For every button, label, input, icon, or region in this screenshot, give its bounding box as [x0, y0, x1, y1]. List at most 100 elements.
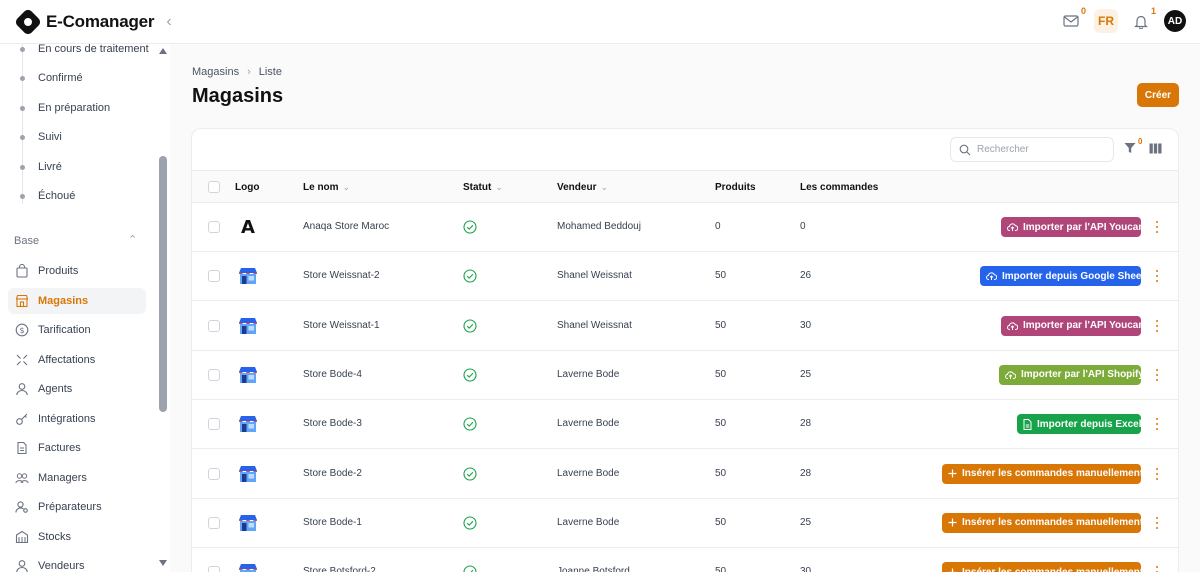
sidebar-item-vendeurs[interactable]: Vendeurs: [8, 553, 146, 572]
check-circle-icon: [463, 516, 477, 530]
table-row[interactable]: A Anaqa Store Maroc Mohamed Beddouj 0 0 Impor…: [192, 203, 1178, 252]
table-row[interactable]: Store Weissnat-2 Shanel Weissnat 50 26 Impor…: [192, 252, 1178, 302]
check-circle-icon: [463, 417, 477, 431]
action-label: Insérer les commandes manuellement: [962, 468, 1144, 479]
table-row[interactable]: Store Bode-2 Laverne Bode 50 28 Insérer les …: [192, 449, 1178, 499]
svg-text:$: $: [19, 326, 24, 335]
table-row[interactable]: Store Weissnat-1 Shanel Weissnat 50 30 Impor…: [192, 301, 1178, 351]
column-status[interactable]: Statut ⌄: [463, 182, 503, 193]
products-count: 50: [715, 319, 727, 331]
language-switch[interactable]: FR: [1094, 9, 1118, 33]
app-logo[interactable]: E-Comanager: [13, 7, 155, 36]
import-action-button[interactable]: Importer depuis Excel: [1017, 414, 1142, 435]
table-row[interactable]: Store Bode-1 Laverne Bode 50 25 Insérer les …: [192, 498, 1178, 548]
sidebar-item-affectations[interactable]: Affectations: [8, 347, 146, 373]
store-name[interactable]: Anaqa Store Maroc: [303, 221, 389, 232]
breadcrumb-root[interactable]: Magasins: [192, 66, 239, 78]
more-options-icon[interactable]: [1152, 318, 1162, 334]
column-name[interactable]: Le nom ⌄: [303, 182, 350, 193]
sidebar-item-label: Stocks: [38, 531, 72, 543]
scroll-thumb[interactable]: [159, 156, 167, 412]
import-action-button[interactable]: Insérer les commandes manuellement: [942, 512, 1144, 533]
import-action-button[interactable]: Importer par l'API Youcan: [1001, 217, 1144, 237]
row-checkbox[interactable]: [208, 368, 220, 381]
avatar[interactable]: AD: [1164, 10, 1186, 32]
import-action-button[interactable]: Importer depuis Google Sheet: [980, 266, 1145, 287]
row-checkbox[interactable]: [208, 319, 220, 332]
row-checkbox[interactable]: [208, 221, 220, 233]
row-checkbox[interactable]: [208, 566, 220, 572]
store-logo-image: A: [238, 217, 258, 238]
more-options-icon[interactable]: [1152, 515, 1162, 531]
store-name[interactable]: Store Bode-1: [303, 517, 362, 528]
filter-icon[interactable]: [1124, 142, 1136, 154]
bag-icon: [14, 263, 30, 279]
more-options-icon[interactable]: [1152, 268, 1162, 284]
table-row[interactable]: Store Bode-4 Laverne Bode 50 25 Importer par…: [192, 350, 1178, 400]
mail-button[interactable]: 0: [1060, 6, 1086, 32]
sidebar-item-tarification[interactable]: $ Tarification: [8, 317, 146, 343]
row-checkbox[interactable]: [208, 516, 220, 529]
sidebar-item-integrations[interactable]: Intégrations: [8, 406, 146, 432]
row-checkbox[interactable]: [208, 467, 220, 480]
more-options-icon[interactable]: [1152, 367, 1162, 383]
column-label: Statut: [463, 182, 492, 193]
sidebar-item-produits[interactable]: Produits: [8, 258, 146, 284]
import-action-button[interactable]: Importer par l'API Youcan: [1001, 315, 1144, 336]
bullet-icon: [20, 75, 25, 81]
store-name[interactable]: Store Weissnat-1: [303, 320, 380, 331]
import-action-button[interactable]: Importer par l'API Shopify: [999, 364, 1144, 385]
import-action-button[interactable]: Insérer les commandes manuellement: [942, 463, 1144, 484]
search-input[interactable]: [977, 144, 1097, 155]
store-name[interactable]: Store Botsford-2: [303, 566, 376, 572]
sidebar-scrollbar[interactable]: [159, 44, 167, 572]
column-orders: Les commandes: [800, 182, 878, 193]
more-options-icon[interactable]: [1152, 219, 1162, 235]
sidebar-item-factures[interactable]: Factures: [8, 435, 146, 461]
sidebar-item-magasins[interactable]: Magasins: [8, 288, 146, 314]
sidebar-subitem-suivi[interactable]: Suivi: [0, 127, 62, 147]
more-options-icon[interactable]: [1152, 416, 1162, 432]
sidebar-subitem-confirme[interactable]: Confirmé: [0, 68, 83, 88]
sidebar-subitem-echoue[interactable]: Échoué: [0, 186, 75, 206]
sidebar-subitem-en-cours[interactable]: En cours de traitement: [0, 44, 149, 59]
store-name[interactable]: Store Weissnat-2: [303, 270, 380, 281]
check-circle-icon: [463, 466, 477, 481]
sidebar-item-agents[interactable]: Agents: [8, 376, 146, 402]
action-label: Importer depuis Excel: [1037, 418, 1142, 430]
more-options-icon[interactable]: [1152, 564, 1162, 572]
columns-icon[interactable]: [1149, 143, 1162, 154]
chevron-up-icon[interactable]: ⌃: [128, 233, 137, 246]
more-options-icon[interactable]: [1152, 466, 1162, 482]
chevron-left-icon[interactable]: ‹: [166, 13, 171, 31]
import-action-button[interactable]: Insérer les commandes manuellement: [942, 562, 1143, 572]
sidebar-item-stocks[interactable]: Stocks: [8, 524, 146, 550]
seller-name: Laverne Bode: [557, 418, 620, 430]
store-name[interactable]: Store Bode-4: [303, 369, 362, 380]
products-count: 50: [715, 467, 727, 479]
create-button[interactable]: Créer: [1137, 83, 1179, 107]
breadcrumb-current: Liste: [258, 66, 282, 78]
sidebar-subitem-livre[interactable]: Livré: [0, 157, 62, 177]
column-seller[interactable]: Vendeur ⌄: [557, 182, 608, 193]
sidebar-item-label: Vendeurs: [38, 560, 85, 572]
row-checkbox[interactable]: [208, 270, 220, 283]
scroll-down-icon[interactable]: [159, 560, 167, 566]
action-label: Insérer les commandes manuellement: [962, 517, 1144, 529]
store-name[interactable]: Store Bode-3: [303, 418, 362, 429]
search-box[interactable]: [950, 137, 1114, 162]
orders-count: 25: [800, 368, 812, 380]
bullet-icon: [20, 193, 25, 199]
table-row[interactable]: Store Botsford-2 Joanne Botsford 50 30 Insér…: [192, 548, 1178, 572]
row-checkbox[interactable]: [208, 418, 220, 431]
mail-badge: 0: [1080, 6, 1086, 16]
sidebar-subitem-label: Suivi: [38, 131, 62, 143]
scroll-up-icon[interactable]: [159, 48, 167, 54]
store-name[interactable]: Store Bode-2: [303, 468, 362, 479]
sidebar-item-preparateurs[interactable]: Préparateurs: [8, 494, 146, 520]
sidebar-subitem-en-preparation[interactable]: En préparation: [0, 98, 110, 118]
select-all-checkbox[interactable]: [208, 181, 220, 193]
sidebar-item-managers[interactable]: Managers: [8, 465, 146, 491]
notifications-button[interactable]: 1: [1130, 6, 1156, 32]
table-row[interactable]: Store Bode-3 Laverne Bode 50 28 Importer dep…: [192, 400, 1178, 450]
